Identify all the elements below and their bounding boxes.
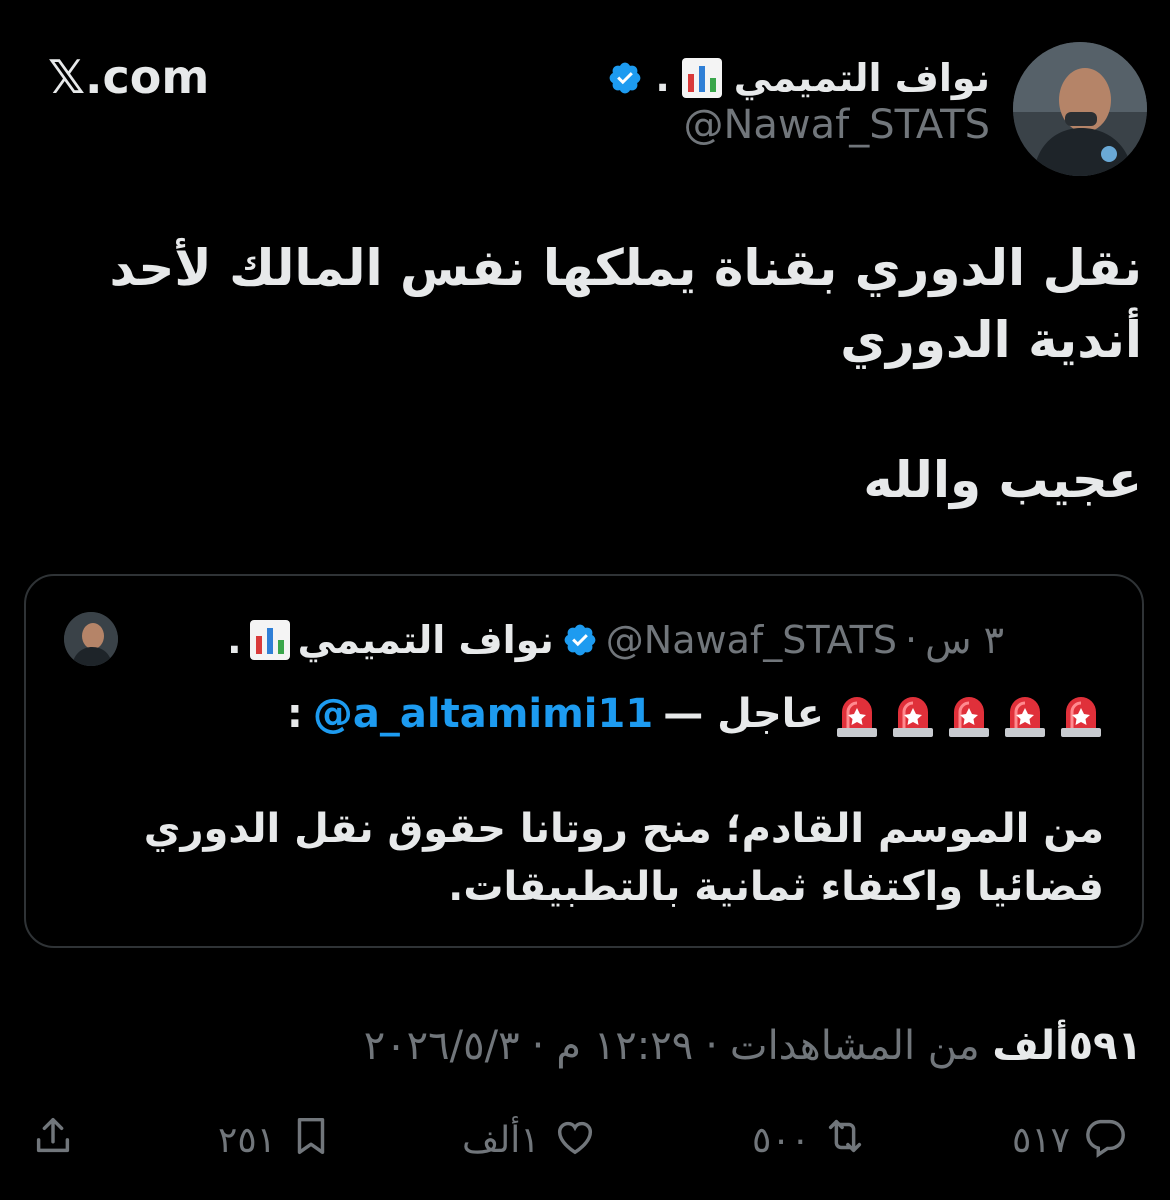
verified-badge-icon xyxy=(607,60,643,96)
author-name: نواف التميمي xyxy=(733,56,990,100)
meta-separator: · xyxy=(705,1023,718,1069)
siren-icon xyxy=(1002,690,1048,738)
author-name-row[interactable]: . نواف التميمي xyxy=(607,46,990,110)
tweet-text: نقل الدوري بقناة يملكها نفس المالك لأحد … xyxy=(109,239,1142,369)
share-icon xyxy=(30,1113,76,1168)
verified-badge-icon xyxy=(562,622,598,658)
post-time: ١٢:٢٩ م xyxy=(556,1023,694,1069)
repost-count: ٥٠٠ xyxy=(752,1119,811,1161)
quoted-author-handle: @Nawaf_STATS xyxy=(605,618,898,662)
like-count: ١ألف xyxy=(462,1119,540,1161)
mention-link[interactable]: @a_altamimi11 xyxy=(313,691,653,737)
quoted-author-name: نواف التميمي xyxy=(297,618,554,662)
meta-separator: · xyxy=(531,1023,545,1069)
bar-chart-icon xyxy=(681,58,722,98)
reply-button[interactable]: ٥١٧ xyxy=(1012,1110,1128,1170)
quoted-time: ٣ س xyxy=(925,618,1004,662)
name-dot: . xyxy=(655,56,670,100)
author-avatar[interactable] xyxy=(1013,42,1147,176)
tweet-text-secondary: عجيب والله xyxy=(863,451,1142,509)
quoted-first-line: : @a_altamimi11 عاجل — xyxy=(287,684,1104,744)
views-label: من المشاهدات xyxy=(729,1023,980,1069)
bar-chart-icon xyxy=(249,620,290,660)
quoted-author-avatar xyxy=(64,612,118,666)
bookmark-button[interactable]: ٢٥١ xyxy=(218,1110,334,1170)
quoted-separator: · xyxy=(905,618,918,662)
tweet-meta: ٢٠٢٦/٥/٣ · ١٢:٢٩ م · ٥٩١ألف من المشاهدات xyxy=(364,1016,1142,1076)
like-button[interactable]: ١ألف xyxy=(462,1110,598,1170)
reply-icon xyxy=(1082,1113,1128,1168)
reply-count: ٥١٧ xyxy=(1012,1119,1071,1161)
repost-button[interactable]: ٥٠٠ xyxy=(752,1110,868,1170)
repost-icon xyxy=(822,1113,868,1168)
author-handle[interactable]: @Nawaf_STATS xyxy=(683,102,990,148)
bookmark-icon xyxy=(288,1113,334,1168)
siren-icon xyxy=(890,690,936,738)
share-button[interactable] xyxy=(30,1110,76,1170)
post-date: ٢٠٢٦/٥/٣ xyxy=(363,1023,520,1069)
bookmark-count: ٢٥١ xyxy=(218,1119,277,1161)
siren-icon xyxy=(1058,690,1104,738)
siren-icon xyxy=(834,690,880,738)
breaking-label: عاجل — xyxy=(663,691,824,737)
siren-icon xyxy=(946,690,992,738)
quoted-colon: : xyxy=(286,691,303,737)
heart-icon xyxy=(552,1113,598,1168)
brand-logo: 𝕏.com xyxy=(48,50,210,104)
views-count: ٥٩١ألف xyxy=(992,1023,1142,1069)
quoted-name-dot: . xyxy=(227,618,242,662)
quoted-header: . نواف التميمي @Nawaf_STATS · ٣ س xyxy=(227,614,1004,666)
quoted-body-text: من الموسم القادم؛ منح روتانا حقوق نقل ال… xyxy=(143,806,1104,910)
